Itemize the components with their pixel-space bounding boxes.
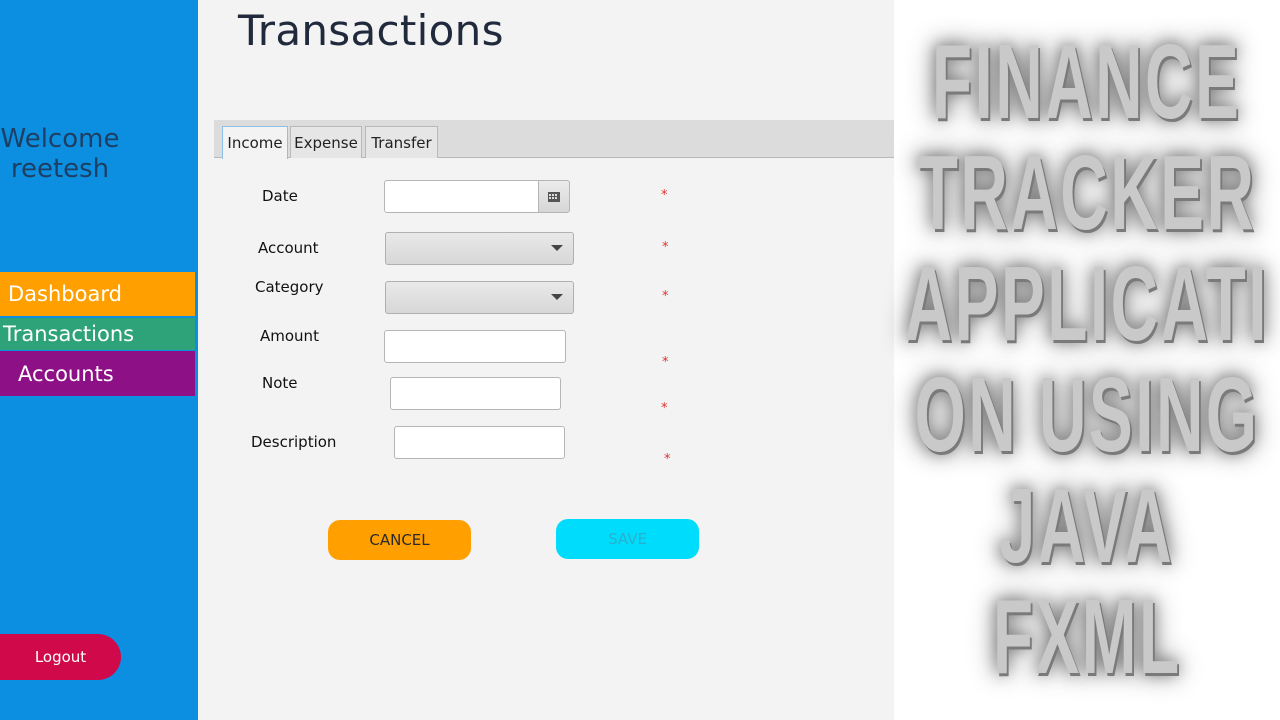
banner-line: FINANCE [932,23,1242,141]
welcome-message: Welcome reetesh [0,124,120,184]
date-field[interactable] [384,180,540,213]
nav-accounts[interactable]: Accounts [0,351,195,396]
amount-label: Amount [260,327,319,345]
banner-line: APPLICATI [904,245,1270,363]
amount-field[interactable] [384,330,566,363]
amount-required-marker: * [662,355,669,370]
logout-button[interactable]: Logout [0,634,121,680]
account-label: Account [258,239,319,257]
tab-expense[interactable]: Expense [290,126,362,158]
tab-income[interactable]: Income [222,126,288,159]
date-label: Date [262,187,298,205]
description-label: Description [251,433,337,451]
nav-dashboard[interactable]: Dashboard [0,272,195,316]
tab-transfer[interactable]: Transfer [365,126,438,158]
tab-bar: Income Expense Transfer [214,120,894,159]
chevron-down-icon [551,245,563,251]
category-label: Category [255,278,324,296]
category-dropdown[interactable] [385,281,574,314]
banner-line: TRACKER [917,134,1257,252]
note-label: Note [262,374,298,392]
banner-line: ON USING [914,356,1260,474]
page-title: Transactions [238,6,504,55]
save-button[interactable]: SAVE [556,519,699,559]
nav-transactions[interactable]: Transactions [0,318,195,350]
calendar-icon[interactable] [538,180,570,213]
banner-line: JAVA [999,467,1175,585]
chevron-down-icon [551,294,563,300]
sidebar: Welcome reetesh Dashboard Transactions A… [0,0,198,720]
category-required-marker: * [662,289,669,304]
note-required-marker: * [661,401,668,416]
description-required-marker: * [664,452,671,467]
cancel-button[interactable]: CANCEL [328,520,471,560]
welcome-text: Welcome [0,124,120,154]
description-field[interactable] [394,426,565,459]
account-required-marker: * [662,240,669,255]
banner-line: FXML [992,578,1182,696]
date-required-marker: * [661,188,668,203]
username: reetesh [10,154,110,184]
account-dropdown[interactable] [385,232,574,265]
calendar-glyph-icon [548,191,560,202]
title-banner: FINANCE TRACKER APPLICATI ON USING JAVA … [894,0,1280,720]
note-field[interactable] [390,377,561,410]
